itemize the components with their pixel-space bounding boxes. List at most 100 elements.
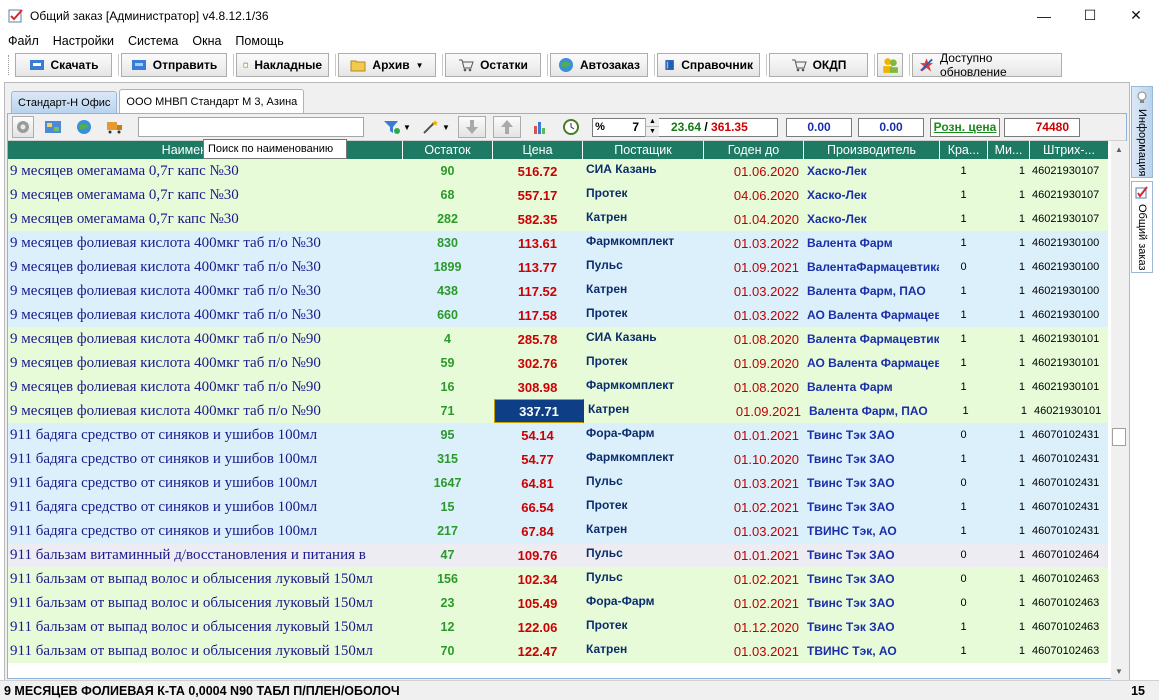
col-min-header[interactable]: Ми... [988,141,1030,159]
filter-dropdown-icon[interactable]: ▼ [403,123,411,132]
cell-min[interactable]: 1 [988,207,1030,231]
cell-manufacturer[interactable]: Хаско-Лек [804,183,940,207]
table-row[interactable]: 9 месяцев фолиевая кислота 400мкг таб п/… [8,327,1108,351]
settings-button[interactable] [12,116,34,138]
cell-name[interactable]: 9 месяцев омегамама 0,7г капс №30 [8,183,403,207]
cell-expiry-date[interactable]: 01.12.2020 [704,615,804,639]
table-row[interactable]: 9 месяцев фолиевая кислота 400мкг таб п/… [8,279,1108,303]
cell-kr[interactable]: 1 [940,639,988,663]
cell-expiry-date[interactable]: 01.09.2020 [704,351,804,375]
cell-name[interactable]: 911 бальзам от выпад волос и облысения л… [8,591,403,615]
cell-expiry-date[interactable]: 01.02.2021 [704,591,804,615]
table-row[interactable]: 9 месяцев фолиевая кислота 400мкг таб п/… [8,231,1108,255]
cell-barcode[interactable]: 46021930100 [1030,255,1100,279]
cell-barcode[interactable]: 46070102463 [1030,567,1100,591]
cell-price[interactable]: 102.34 [493,567,583,591]
table-row[interactable]: 911 бадяга средство от синяков и ушибов … [8,519,1108,543]
cell-price[interactable]: 66.54 [493,495,583,519]
cell-price[interactable]: 67.84 [493,519,583,543]
cell-expiry-date[interactable]: 01.01.2021 [704,423,804,447]
autoorder-button[interactable]: Автозаказ [550,53,648,77]
cell-stock[interactable]: 23 [403,591,493,615]
cell-stock[interactable]: 12 [403,615,493,639]
cell-stock[interactable]: 90 [403,159,493,183]
cell-stock[interactable]: 282 [403,207,493,231]
cell-price[interactable]: 117.58 [493,303,583,327]
cell-stock[interactable]: 71 [403,399,493,423]
stock-button[interactable]: Остатки [445,53,541,77]
cell-min[interactable]: 1 [988,423,1030,447]
col-supplier-header[interactable]: Постащик [583,141,704,159]
cell-min[interactable]: 1 [988,327,1030,351]
cell-min[interactable]: 1 [988,303,1030,327]
cell-name[interactable]: 9 месяцев фолиевая кислота 400мкг таб п/… [8,327,403,351]
cell-min[interactable]: 1 [990,399,1032,423]
cell-barcode[interactable]: 46021930101 [1030,375,1100,399]
price-mode-link[interactable]: Розн. цена [930,117,1000,137]
cell-manufacturer[interactable]: АО Валента Фармацевт [804,303,940,327]
table-row[interactable]: 9 месяцев омегамама 0,7г капс №30 68 557.1… [8,183,1108,207]
cell-name[interactable]: 911 бальзам от выпад волос и облысения л… [8,567,403,591]
magic-wand-button[interactable]: ▼ [421,116,451,138]
side-tab-info[interactable]: Информация [1131,86,1153,178]
image-grid-button[interactable] [41,116,65,138]
cell-barcode[interactable]: 46070102463 [1030,591,1100,615]
cell-stock[interactable]: 15 [403,495,493,519]
table-row[interactable]: 911 бадяга средство от синяков и ушибов … [8,495,1108,519]
cell-stock[interactable]: 4 [403,327,493,351]
cell-manufacturer[interactable]: Валента Фармацевтика [804,327,940,351]
table-row[interactable]: 911 бальзам от выпад волос и облысения л… [8,615,1108,639]
vertical-scrollbar[interactable]: ▲ ▼ [1111,141,1127,679]
cell-barcode[interactable]: 46021930101 [1030,351,1100,375]
cell-min[interactable]: 1 [988,591,1030,615]
cell-price[interactable]: 113.61 [493,231,583,255]
cell-kr[interactable]: 1 [940,159,988,183]
tab-standard-office[interactable]: Стандарт-Н Офис [11,91,118,113]
cell-min[interactable]: 1 [988,615,1030,639]
cell-manufacturer[interactable]: Твинс Тэк ЗАО [804,495,940,519]
cell-expiry-date[interactable]: 01.03.2021 [704,639,804,663]
cell-expiry-date[interactable]: 01.08.2020 [704,327,804,351]
cell-kr[interactable]: 1 [940,375,988,399]
cell-price[interactable]: 113.77 [493,255,583,279]
cell-supplier[interactable]: Фармкомплект [583,231,704,255]
table-row[interactable]: 911 бадяга средство от синяков и ушибов … [8,471,1108,495]
cell-supplier[interactable]: Пульс [583,471,704,495]
update-button[interactable]: Доступно обновление [912,51,1062,79]
cell-min[interactable]: 1 [988,639,1030,663]
dropdown-arrow-icon[interactable]: ▼ [416,61,424,70]
cell-name[interactable]: 911 бальзам от выпад волос и облысения л… [8,639,403,663]
cell-name[interactable]: 911 бадяга средство от синяков и ушибов … [8,495,403,519]
cell-name[interactable]: 9 месяцев фолиевая кислота 400мкг таб п/… [8,231,403,255]
table-row[interactable]: 911 бадяга средство от синяков и ушибов … [8,423,1108,447]
cell-name[interactable]: 9 месяцев фолиевая кислота 400мкг таб п/… [8,255,403,279]
cell-expiry-date[interactable]: 04.06.2020 [704,183,804,207]
cell-stock[interactable]: 217 [403,519,493,543]
cell-kr[interactable]: 1 [940,303,988,327]
cell-barcode[interactable]: 46021930101 [1030,327,1100,351]
move-down-button[interactable] [458,116,486,138]
cell-barcode[interactable]: 46021930107 [1030,207,1100,231]
cell-supplier[interactable]: Протек [583,351,704,375]
cell-barcode[interactable]: 46070102463 [1030,615,1100,639]
cell-expiry-date[interactable]: 01.08.2020 [704,375,804,399]
cell-stock[interactable]: 16 [403,375,493,399]
cell-expiry-date[interactable]: 01.04.2020 [704,207,804,231]
download-button[interactable]: Скачать [15,53,112,77]
cell-supplier[interactable]: СИА Казань [583,159,704,183]
cell-name[interactable]: 9 месяцев омегамама 0,7г капс №30 [8,159,403,183]
menu-settings[interactable]: Настройки [46,34,121,48]
cell-min[interactable]: 1 [988,279,1030,303]
table-row[interactable]: 911 бальзам от выпад волос и облысения л… [8,591,1108,615]
cell-kr[interactable]: 1 [940,207,988,231]
users-button[interactable] [877,53,903,77]
menu-windows[interactable]: Окна [185,34,228,48]
cell-stock[interactable]: 438 [403,279,493,303]
col-maker-header[interactable]: Производитель [804,141,940,159]
cell-min[interactable]: 1 [988,567,1030,591]
table-row[interactable]: 9 месяцев омегамама 0,7г капс №30 90 516.7… [8,159,1108,183]
cell-barcode[interactable]: 46070102431 [1030,471,1100,495]
cell-kr[interactable]: 1 [940,231,988,255]
cell-expiry-date[interactable]: 01.03.2021 [704,471,804,495]
cell-barcode[interactable]: 46021930107 [1030,183,1100,207]
